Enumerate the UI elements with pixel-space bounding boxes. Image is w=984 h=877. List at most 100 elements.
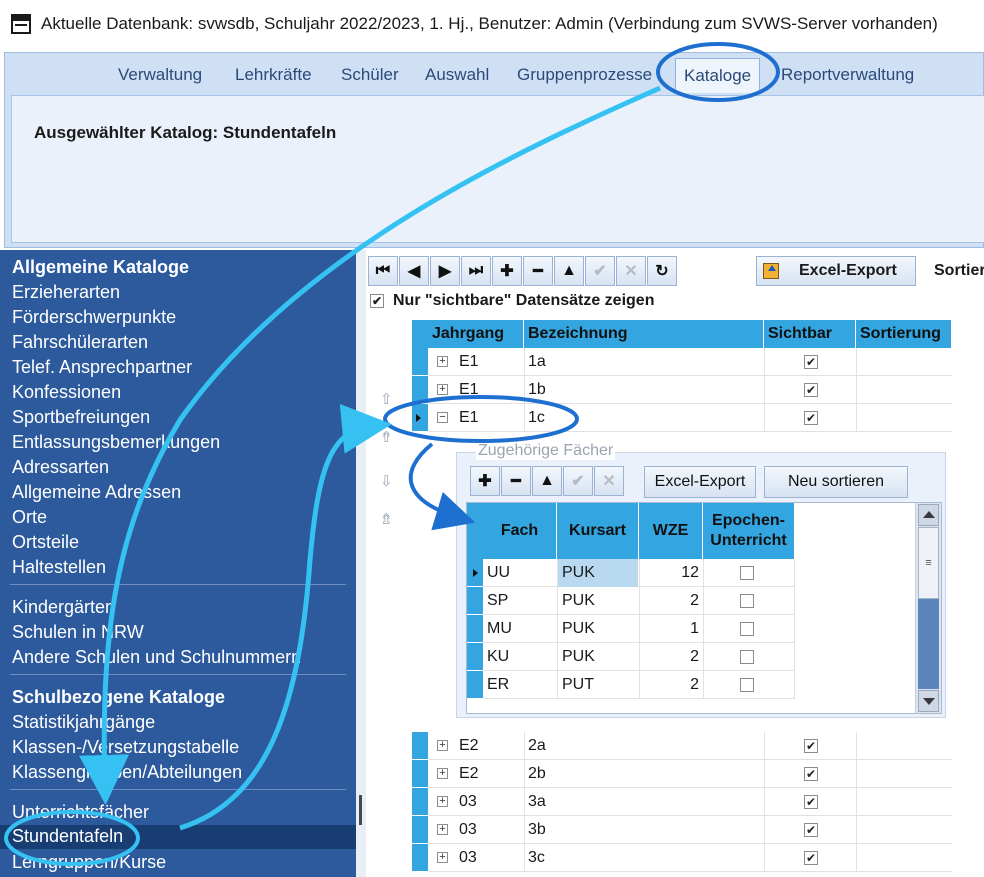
cell-wze[interactable]: 2	[639, 587, 699, 615]
cell-jahrgang[interactable]: E2	[459, 760, 479, 788]
add-subject-button[interactable]: ✚	[470, 466, 500, 496]
visible-only-filter[interactable]: ✔ Nur "sichtbare" Datensätze zeigen	[370, 292, 654, 310]
delete-record-button[interactable]: ━	[523, 256, 553, 286]
sidebar-item-lerngruppen-kurse[interactable]: Lerngruppen/Kurse	[12, 851, 166, 873]
table-row[interactable]: + 03 3c ✔	[412, 844, 952, 872]
epochen-checkbox[interactable]	[740, 594, 754, 608]
sichtbar-checkbox[interactable]: ✔	[804, 355, 818, 369]
sichtbar-checkbox[interactable]: ✔	[804, 411, 818, 425]
sidebar-item-erzieherarten[interactable]: Erzieherarten	[12, 281, 120, 303]
expand-icon[interactable]: +	[437, 852, 448, 863]
row-selector[interactable]	[412, 760, 428, 788]
row-selector[interactable]	[412, 816, 428, 844]
cell-bezeichnung[interactable]: 1b	[528, 376, 546, 404]
cell-jahrgang[interactable]: 03	[459, 816, 477, 844]
sidebar-item-unterrichtsfaecher[interactable]: Unterrichtsfächer	[12, 801, 149, 823]
cell-jahrgang[interactable]: E2	[459, 732, 479, 760]
sidebar-item-stundentafeln[interactable]: Stundentafeln	[0, 825, 356, 849]
cell-fach[interactable]: KU	[487, 643, 509, 671]
table-row[interactable]: ER PUT 2	[467, 671, 795, 699]
sichtbar-checkbox[interactable]: ✔	[804, 767, 818, 781]
column-bezeichnung[interactable]: Bezeichnung	[524, 320, 764, 348]
tab-reportverwaltung[interactable]: Reportverwaltung	[781, 65, 914, 85]
collapse-icon[interactable]: −	[437, 412, 448, 423]
row-selector[interactable]	[467, 587, 483, 615]
row-selector[interactable]	[467, 615, 483, 643]
next-record-button[interactable]: ▶	[430, 256, 460, 286]
cell-jahrgang[interactable]: 03	[459, 788, 477, 816]
cell-jahrgang[interactable]: E1	[459, 348, 479, 376]
visible-only-checkbox[interactable]: ✔	[370, 294, 384, 308]
row-selector[interactable]	[467, 671, 483, 699]
move-down-arrow-icon[interactable]: ⇩	[380, 472, 393, 490]
row-selector[interactable]	[412, 348, 428, 376]
subject-cancel-button[interactable]: ✕	[594, 466, 624, 496]
cell-kursart[interactable]: PUK	[562, 643, 595, 671]
sidebar-item-adressarten[interactable]: Adressarten	[12, 456, 109, 478]
sidebar-item-ortsteile[interactable]: Ortsteile	[12, 531, 79, 553]
subjects-excel-export-button[interactable]: Excel-Export	[644, 466, 756, 498]
move-up-arrow-icon[interactable]: ⇧	[380, 390, 393, 408]
sidebar-item-allgemeine-adressen[interactable]: Allgemeine Adressen	[12, 481, 181, 503]
table-row[interactable]: MU PUK 1	[467, 615, 795, 643]
cell-jahrgang[interactable]: 03	[459, 844, 477, 872]
sidebar-item-fahrschuelerarten[interactable]: Fahrschülerarten	[12, 331, 148, 353]
column-sortierung[interactable]: Sortierung	[856, 320, 952, 348]
tab-lehrkraefte[interactable]: Lehrkräfte	[235, 65, 312, 85]
sidebar-item-foerderschwerpunkte[interactable]: Förderschwerpunkte	[12, 306, 176, 328]
sichtbar-checkbox[interactable]: ✔	[804, 823, 818, 837]
epochen-checkbox[interactable]	[740, 622, 754, 636]
table-row[interactable]: + E2 2b ✔	[412, 760, 952, 788]
first-record-button[interactable]: ⏮	[368, 256, 398, 286]
table-row[interactable]: + E2 2a ✔	[412, 732, 952, 760]
sichtbar-checkbox[interactable]: ✔	[804, 851, 818, 865]
column-kursart[interactable]: Kursart	[557, 503, 639, 559]
cell-bezeichnung[interactable]: 1a	[528, 348, 546, 376]
cell-bezeichnung[interactable]: 2a	[528, 732, 546, 760]
cell-fach[interactable]: SP	[487, 587, 508, 615]
subjects-scrollbar[interactable]: ≡	[915, 503, 941, 713]
sidebar-item-haltestellen[interactable]: Haltestellen	[12, 556, 106, 578]
tab-schueler[interactable]: Schüler	[341, 65, 399, 85]
row-selector[interactable]	[412, 844, 428, 872]
cell-kursart[interactable]: PUK	[558, 559, 638, 587]
sidebar-item-orte[interactable]: Orte	[12, 506, 47, 528]
sidebar-item-klassen-versetzungstabelle[interactable]: Klassen-/Versetzungstabelle	[12, 736, 239, 758]
sidebar-item-kindergaerten[interactable]: Kindergärten	[12, 596, 115, 618]
column-wze[interactable]: WZE	[639, 503, 703, 559]
cell-kursart[interactable]: PUK	[562, 587, 595, 615]
column-sichtbar[interactable]: Sichtbar	[764, 320, 856, 348]
cell-jahrgang[interactable]: E1	[459, 376, 479, 404]
cell-wze[interactable]: 2	[639, 671, 699, 699]
table-row[interactable]: KU PUK 2	[467, 643, 795, 671]
row-selector[interactable]	[412, 788, 428, 816]
table-row-current[interactable]: − E1 1c ✔	[412, 404, 952, 432]
table-row[interactable]: SP PUK 2	[467, 587, 795, 615]
epochen-checkbox[interactable]	[740, 650, 754, 664]
sidebar-item-sportbefreiungen[interactable]: Sportbefreiungen	[12, 406, 150, 428]
table-row[interactable]: + 03 3b ✔	[412, 816, 952, 844]
sichtbar-checkbox[interactable]: ✔	[804, 383, 818, 397]
tab-gruppenprozesse[interactable]: Gruppenprozesse	[517, 65, 652, 85]
epochen-checkbox[interactable]	[740, 678, 754, 692]
sidebar-item-andere-schulen[interactable]: Andere Schulen und Schulnummern	[12, 646, 301, 668]
expand-icon[interactable]: +	[437, 356, 448, 367]
scrollbar-thumb[interactable]: ≡	[918, 527, 939, 599]
cancel-button[interactable]: ✕	[616, 256, 646, 286]
row-selector[interactable]	[467, 559, 483, 587]
row-selector[interactable]	[412, 732, 428, 760]
cell-wze[interactable]: 12	[639, 559, 699, 587]
cell-wze[interactable]: 2	[639, 643, 699, 671]
row-selector[interactable]	[412, 404, 428, 432]
tab-verwaltung[interactable]: Verwaltung	[118, 65, 202, 85]
expand-icon[interactable]: +	[437, 768, 448, 779]
expand-icon[interactable]: +	[437, 740, 448, 751]
last-record-button[interactable]: ⏭	[461, 256, 491, 286]
cell-jahrgang[interactable]: E1	[459, 404, 479, 432]
move-up-button[interactable]: ▲	[554, 256, 584, 286]
table-row-current[interactable]: UU PUK 12	[467, 559, 795, 587]
expand-icon[interactable]: +	[437, 796, 448, 807]
cell-kursart[interactable]: PUK	[562, 615, 595, 643]
remove-subject-button[interactable]: ━	[501, 466, 531, 496]
cell-bezeichnung[interactable]: 2b	[528, 760, 546, 788]
